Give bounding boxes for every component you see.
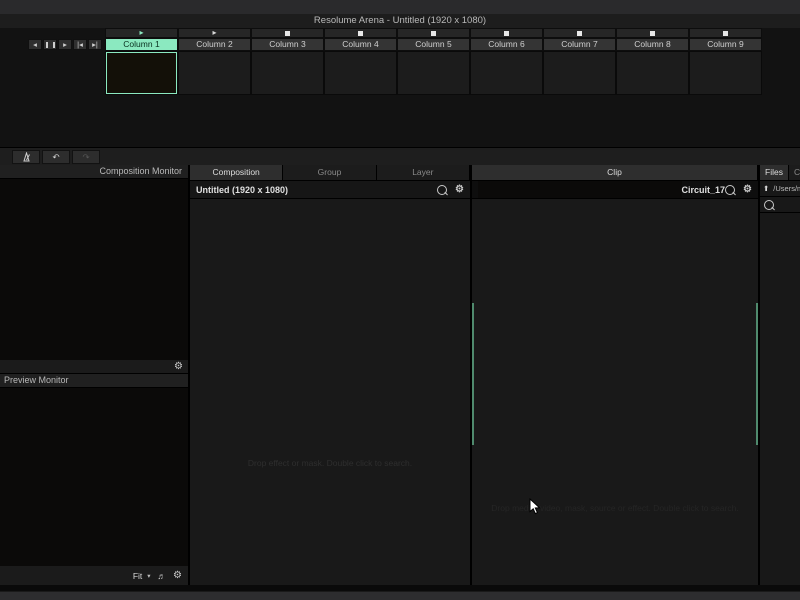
clip-cell[interactable] <box>543 51 616 95</box>
search-icon[interactable] <box>725 185 735 195</box>
metronome-icon <box>22 152 31 162</box>
column-header-7[interactable]: Column 7 <box>543 38 616 51</box>
clip-cell[interactable] <box>689 51 762 95</box>
column-header-1[interactable]: Column 1 <box>105 38 178 51</box>
pause-icon <box>46 42 55 48</box>
layer-play-button[interactable]: ▸ <box>58 39 72 50</box>
files-panel: Files Compositions ⬆ /Users/mark <box>760 165 800 585</box>
column-header-2[interactable]: Column 2 <box>178 38 251 51</box>
preview-monitor-footer: Fit ▾ ♬ ⚙ <box>0 566 188 585</box>
preview-monitor-view <box>0 388 188 566</box>
colorize-group-edge-left <box>472 303 474 445</box>
fit-dropdown[interactable]: Fit ▾ <box>133 571 151 581</box>
column-trigger-1[interactable]: ▸ <box>105 28 178 38</box>
column-trigger-8[interactable] <box>616 28 689 38</box>
stop-icon <box>431 31 436 36</box>
undo-button[interactable]: ↶ <box>42 150 70 164</box>
column-trigger-2[interactable]: ▸ <box>178 28 251 38</box>
gear-icon[interactable]: ⚙ <box>173 571 182 581</box>
drop-hint: Drop effect or mask. Double click to sea… <box>190 458 470 468</box>
jump-back-button[interactable]: |◂ <box>73 39 87 50</box>
clip-panel-tabs: Clip <box>472 165 758 181</box>
tab-layer[interactable]: Layer <box>377 165 470 180</box>
monitor-column: Composition Monitor ⚙ Preview Monitor Fi… <box>0 165 190 585</box>
clip-grid: ◂▸|◂▸|▸Column 1▸Column 2Column 3Column 4… <box>0 28 800 147</box>
colorize-group-edge-right <box>756 303 758 445</box>
composition-title-bar: Untitled (1920 x 1080) ⚙ <box>190 181 470 199</box>
menu-bar <box>0 0 800 14</box>
composition-monitor-view <box>0 179 188 360</box>
clip-cell[interactable] <box>397 51 470 95</box>
stop-icon <box>504 31 509 36</box>
clip-cell[interactable] <box>616 51 689 95</box>
tab-group[interactable]: Group <box>283 165 376 180</box>
clip-cell[interactable] <box>470 51 543 95</box>
tab-composition[interactable]: Composition <box>190 165 283 180</box>
drop-hint: Drop media, video, mask, source or effec… <box>472 503 758 513</box>
stop-icon <box>285 31 290 36</box>
metronome-button[interactable] <box>12 150 40 164</box>
gear-icon[interactable]: ⚙ <box>743 185 752 195</box>
search-icon[interactable] <box>437 185 447 195</box>
folder-up-icon[interactable]: ⬆ <box>763 184 769 193</box>
composition-monitor-header: Composition Monitor <box>0 165 188 179</box>
stop-icon <box>358 31 363 36</box>
layer-prev-button[interactable]: ◂ <box>28 39 42 50</box>
clip-title-bar: Circuit_17 ⚙ <box>472 181 758 199</box>
stop-icon <box>723 31 728 36</box>
column-header-4[interactable]: Column 4 <box>324 38 397 51</box>
search-icon[interactable] <box>764 200 774 210</box>
stop-icon <box>650 31 655 36</box>
resolume-arena-window: Resolume Arena - Untitled (1920 x 1080) … <box>0 0 800 600</box>
column-trigger-6[interactable] <box>470 28 543 38</box>
column-header-6[interactable]: Column 6 <box>470 38 543 51</box>
column-trigger-7[interactable] <box>543 28 616 38</box>
chevron-down-icon: ▾ <box>147 572 150 580</box>
play-icon: ▸ <box>212 29 216 37</box>
stop-icon <box>577 31 582 36</box>
column-header-9[interactable]: Column 9 <box>689 38 762 51</box>
speaker-icon[interactable]: ♬ <box>158 571 167 581</box>
preview-monitor-title: Preview Monitor <box>0 375 69 385</box>
gear-icon[interactable]: ⚙ <box>455 185 464 195</box>
composition-monitor-footer: ⚙ <box>0 360 188 374</box>
column-trigger-9[interactable] <box>689 28 762 38</box>
gear-icon[interactable]: ⚙ <box>174 362 183 372</box>
bpm-toolbar: ↶ ↷ <box>0 147 800 167</box>
column-trigger-4[interactable] <box>324 28 397 38</box>
tab-files[interactable]: Files <box>760 165 789 180</box>
clip-thumbnail-strip <box>478 181 682 198</box>
composition-panel: Composition Group Layer Untitled (1920 x… <box>190 165 472 585</box>
layer-pause-button[interactable] <box>43 39 57 50</box>
column-trigger-3[interactable] <box>251 28 324 38</box>
tab-compositions[interactable]: Compositions <box>789 165 800 180</box>
clip-thumbnail[interactable] <box>106 52 177 94</box>
column-header-8[interactable]: Column 8 <box>616 38 689 51</box>
preview-monitor-header: Preview Monitor <box>0 374 188 388</box>
redo-button[interactable]: ↷ <box>72 150 100 164</box>
window-title: Resolume Arena - Untitled (1920 x 1080) <box>314 15 486 26</box>
dock-strip <box>0 591 800 600</box>
clip-title: Circuit_17 <box>682 185 726 195</box>
fit-label: Fit <box>133 571 142 581</box>
column-header-5[interactable]: Column 5 <box>397 38 470 51</box>
clip-cell[interactable] <box>178 51 251 95</box>
column-header-3[interactable]: Column 3 <box>251 38 324 51</box>
clip-cell[interactable] <box>324 51 397 95</box>
clip-cell[interactable] <box>251 51 324 95</box>
panel-tabs: Composition Group Layer <box>190 165 470 181</box>
composition-monitor-title: Composition Monitor <box>0 165 182 178</box>
window-title-bar: Resolume Arena - Untitled (1920 x 1080) <box>0 14 800 29</box>
tab-clip[interactable]: Clip <box>472 165 758 180</box>
composition-title: Untitled (1920 x 1080) <box>196 185 288 195</box>
column-trigger-5[interactable] <box>397 28 470 38</box>
mouse-cursor <box>529 498 541 515</box>
clip-panel: Clip Circuit_17 ⚙ Drop media, video, mas… <box>472 165 760 585</box>
play-icon: ▸ <box>139 29 143 37</box>
jump-forward-button[interactable]: ▸| <box>88 39 102 50</box>
files-path[interactable]: /Users/mark <box>773 184 800 193</box>
